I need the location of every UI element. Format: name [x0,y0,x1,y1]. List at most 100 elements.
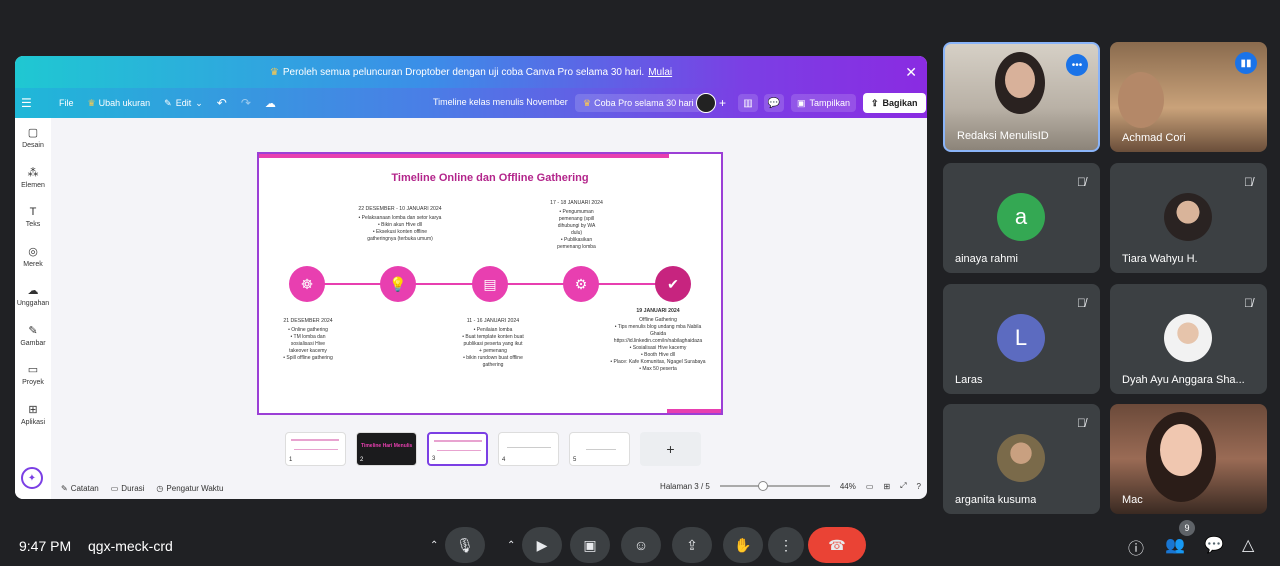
participant-tile[interactable]: Mac [1110,404,1267,514]
zoom-slider[interactable] [719,481,830,491]
event-line: Ghaida [649,331,667,337]
sidebar-item-elemen[interactable]: ⁂ Elemen [15,158,51,198]
resize-button[interactable]: ♛ Ubah ukuran [88,98,151,109]
page-number: 4 [502,457,506,463]
participant-tile[interactable]: 🎙̸ a ainaya rahmi [943,163,1100,273]
slide-canvas[interactable]: Timeline Online dan Offline Gathering 22… [257,152,723,415]
participant-tile[interactable]: ▮▮ Achmad Cori [1110,42,1267,152]
people-icon[interactable]: 👥 [1165,535,1185,555]
sidebar-item-aplikasi[interactable]: ⊞ Aplikasi [15,395,51,435]
participant-tile[interactable]: 🎙̸ arganita kusuma [943,404,1100,514]
chat-icon[interactable]: 💬 [1204,535,1224,555]
chevron-up-icon[interactable]: ⌃ [430,540,438,551]
resize-label: Ubah ukuran [98,98,151,108]
pro-trial-button[interactable]: ♛ Coba Pro selama 30 hari [575,94,702,112]
bottom-event-3: 19 JANUARI 2024 Offline Gathering • Tips… [595,308,721,373]
event-line: gathering [482,362,504,368]
cloud-icon[interactable]: ☁ [265,97,276,110]
briefcase-icon: ▤ [472,266,508,302]
event-line: • Place: Kafe Komunitas, Ngagel Surabaya [610,359,706,365]
page-thumbnail[interactable]: 5 [569,432,630,466]
end-call-button[interactable]: ☎ [808,527,866,563]
zoom-level[interactable]: 44% [840,482,856,491]
redo-icon[interactable]: ↷ [241,96,251,110]
fullscreen-icon[interactable]: ⤢ [900,481,906,491]
user-avatar[interactable] [696,93,716,113]
sidebar-item-proyek[interactable]: ▭ Proyek [15,355,51,395]
duration-button[interactable]: ▭ Durasi [111,484,145,493]
event-line: • Online gathering [288,327,328,333]
share-button[interactable]: ⇪ Bagikan [863,93,926,113]
captions-button[interactable]: ▣ [570,527,610,563]
hamburger-icon[interactable]: ☰ [21,96,35,110]
present-screen-button[interactable]: ⇪ [672,527,712,563]
add-page-button[interactable]: + [640,432,701,466]
present-button[interactable]: ▣ Tampilkan [791,94,857,112]
participant-tile[interactable]: 🎙̸ Tiara Wahyu H. [1110,163,1267,273]
page-thumbnail[interactable]: 4 [498,432,559,466]
magic-icon[interactable]: ✦ [21,467,43,489]
camera-button[interactable]: ▶ [522,527,562,563]
check-icon: ✔ [655,266,691,302]
edit-label: Edit [175,98,192,108]
speaking-icon: ▮▮ [1235,52,1257,74]
page-thumbnail[interactable]: 1 [285,432,346,466]
gear-icon: ⚙ [563,266,599,302]
page-thumbnail[interactable]: Timeline Hari Menulis 2 [356,432,417,466]
canva-toolbar: ☰ File ♛ Ubah ukuran ✎ Edit ⌄ ↶ ↷ ☁ Time… [15,88,927,118]
document-title[interactable]: Timeline kelas menulis November [433,97,568,107]
event-line: pemenang (spill [558,216,595,222]
undo-icon[interactable]: ↶ [217,96,227,110]
event-date: 19 JANUARI 2024 [636,308,680,314]
sidebar-item-teks[interactable]: T Teks [15,197,51,237]
raise-hand-button[interactable]: ✋ [723,527,763,563]
duration-icon: ▭ [110,484,119,493]
analytics-icon[interactable]: ▥ [738,94,758,112]
notes-button[interactable]: ✎ Catatan [61,484,99,493]
timer-button[interactable]: ◷ Pengatur Waktu [156,484,223,493]
edit-button[interactable]: ✎ Edit ⌄ [164,98,203,109]
file-menu[interactable]: File [59,98,74,108]
participant-tile[interactable]: ••• Redaksi MenulisID [943,42,1100,152]
mic-off-icon: 🎙̸ [1077,296,1086,310]
mic-button[interactable]: 🎙 [445,527,485,563]
event-line: • Sosialisasi Hive kacemy [629,345,687,351]
sidebar-item-gambar[interactable]: ✎ Gambar [15,316,51,356]
promo-link[interactable]: Mulai [648,67,672,78]
crown-icon: ♛ [269,66,279,78]
top-event-2: 17 - 18 JANUARI 2024 • Pengumuman pemena… [539,200,614,251]
page-number: 3 [432,456,436,462]
avatar [997,434,1045,482]
bottom-event-1: 21 DESEMBER 2024 • Online gathering • TM… [269,318,347,362]
sidebar-item-desain[interactable]: ▢ Desain [15,118,51,158]
apps-icon: ⊞ [28,403,38,416]
grid-icon[interactable]: ⊞ [883,482,890,491]
desktop-icon[interactable]: ▭ [866,482,874,491]
sidebar-item-unggahan[interactable]: ☁ Unggahan [15,276,51,316]
activities-icon[interactable]: △ [1242,535,1254,555]
plus-icon: + [666,441,675,457]
emoji-button[interactable]: ☺ [621,527,661,563]
page-indicator[interactable]: Halaman 3 / 5 [660,482,710,491]
participant-name: ainaya rahmi [955,253,1018,265]
plus-icon[interactable]: + [719,96,726,110]
info-icon[interactable]: ⓘ [1128,535,1144,559]
chevron-up-icon[interactable]: ⌃ [507,540,515,551]
participant-name: Achmad Cori [1122,132,1186,144]
comment-icon[interactable]: 💬 [764,94,784,112]
thumb-title: Timeline Hari Menulis [361,443,413,449]
mic-off-icon: 🎙̸ [1077,175,1086,189]
close-icon[interactable]: ✕ [905,64,917,81]
zoom-knob[interactable] [757,481,768,491]
participant-tile[interactable]: 🎙̸ Dyah Ayu Anggara Sha... [1110,284,1267,394]
event-date: 21 DESEMBER 2024 [283,318,333,324]
more-options-icon[interactable]: ••• [1066,54,1088,76]
event-line: sosialisasi Hive [290,341,326,347]
participant-tile[interactable]: 🎙̸ L Laras [943,284,1100,394]
sidebar-item-merek[interactable]: ◎ Merek [15,237,51,277]
share-icon: ⇪ [871,97,879,108]
event-line: gatheringnya (terbuka umum) [367,236,433,242]
page-thumbnail-active[interactable]: 3 [427,432,488,466]
help-icon[interactable]: ? [917,482,921,491]
more-options-button[interactable]: ⋮ [768,527,804,563]
